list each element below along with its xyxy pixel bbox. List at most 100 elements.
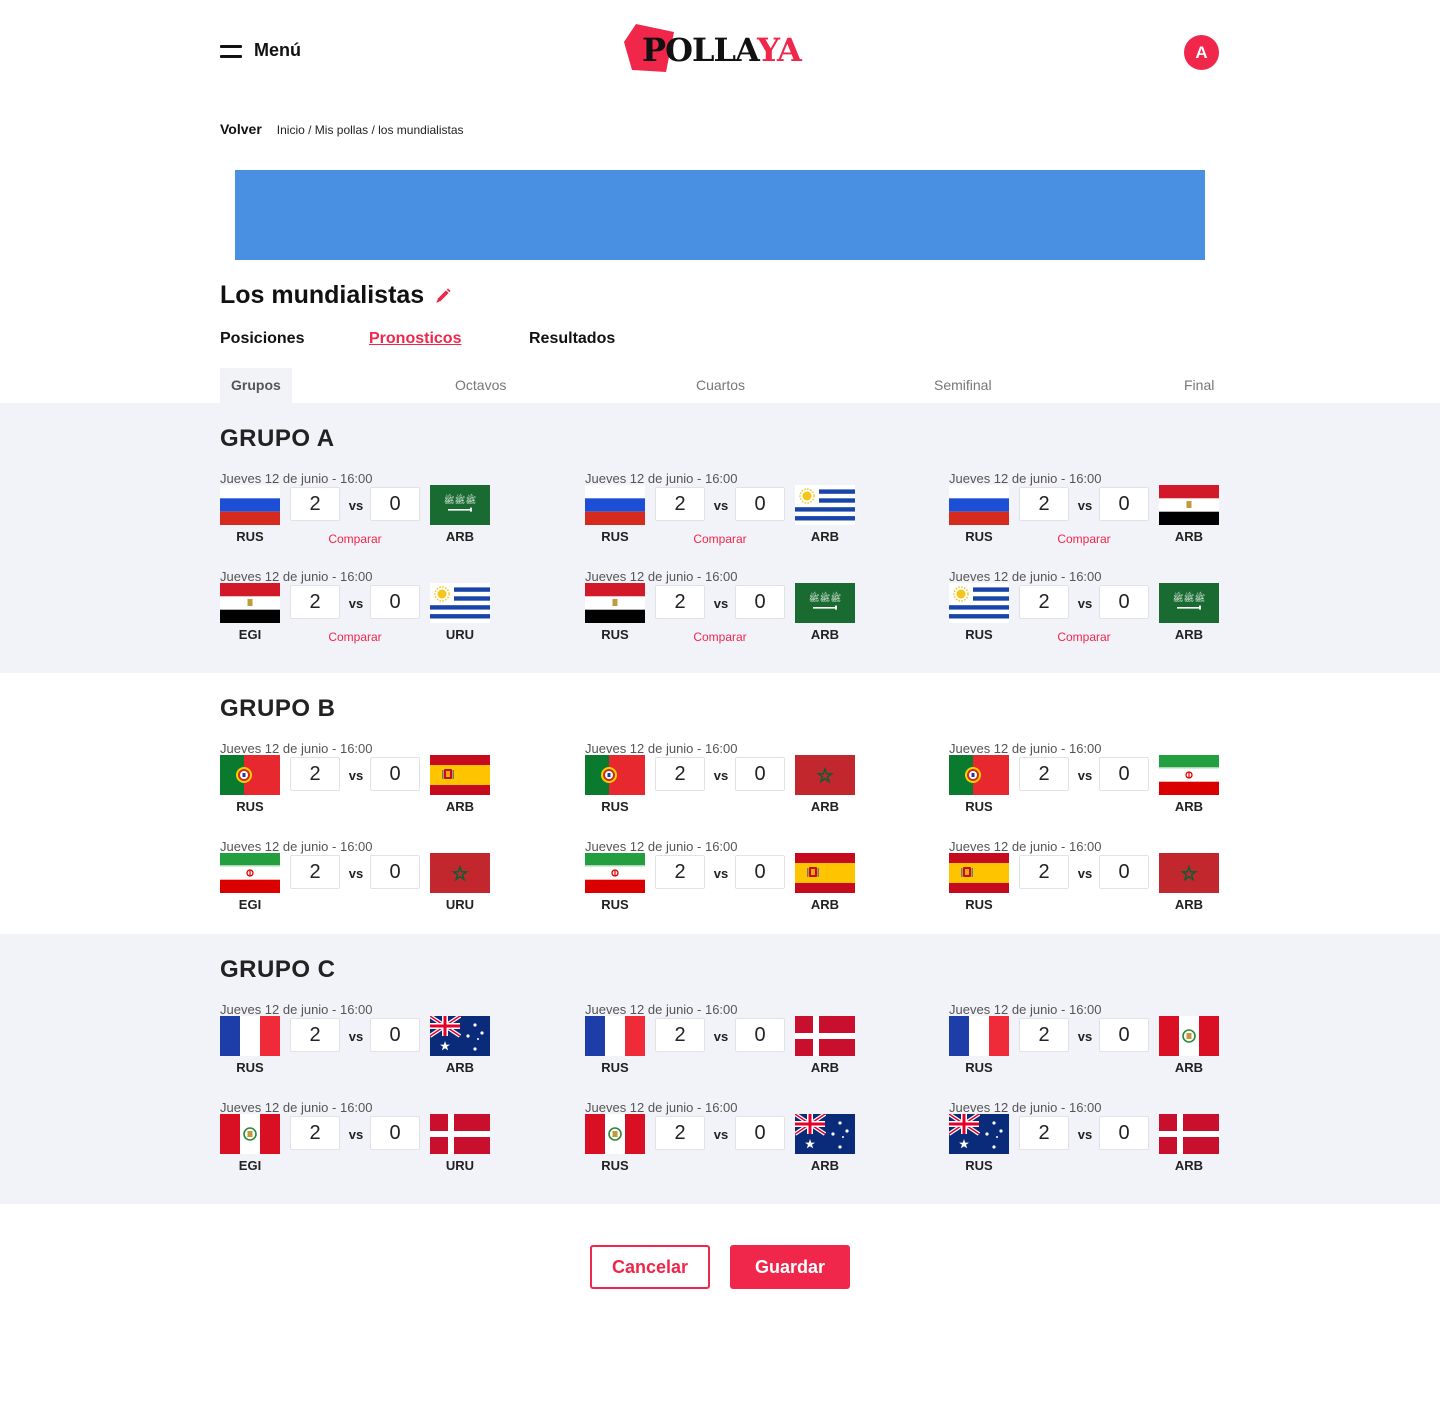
saudi-arabia-flag-icon: ﷺﷺﷺ [1159, 583, 1219, 623]
match-card: Jueves 12 de junio - 16:00 vs ﷺﷺﷺ RUS ARB Com… [585, 569, 857, 649]
denmark-flag-icon [795, 1016, 855, 1056]
stage-tabs: Grupos Octavos Cuartos Semifinal Final [220, 368, 1220, 403]
vs-label: vs [1077, 498, 1093, 513]
home-score-input[interactable] [290, 855, 340, 889]
spain-flag-icon [795, 853, 855, 893]
home-team-code: RUS [965, 897, 993, 912]
home-score-input[interactable] [1019, 855, 1069, 889]
home-score-input[interactable] [655, 487, 705, 521]
home-score-input[interactable] [655, 1116, 705, 1150]
match-date: Jueves 12 de junio - 16:00 [585, 471, 738, 486]
russia-flag-icon [220, 485, 280, 525]
away-score-input[interactable] [1099, 1116, 1149, 1150]
away-team-code: URU [445, 1158, 475, 1173]
away-team-code: ARB [1174, 627, 1204, 642]
compare-link[interactable]: Comparar [655, 532, 785, 546]
home-team-code: RUS [965, 1060, 993, 1075]
compare-link[interactable]: Comparar [290, 630, 420, 644]
home-score-input[interactable] [1019, 1018, 1069, 1052]
home-score-input[interactable] [290, 487, 340, 521]
away-score-input[interactable] [1099, 757, 1149, 791]
stage-tab-octavos[interactable]: Octavos [455, 368, 506, 403]
tab-pronosticos[interactable]: Pronosticos [369, 330, 461, 348]
home-team-code: RUS [236, 529, 264, 544]
portugal-flag-icon [220, 755, 280, 795]
pencil-icon[interactable] [434, 287, 452, 305]
egypt-flag-icon [220, 583, 280, 623]
away-score-input[interactable] [1099, 1018, 1149, 1052]
away-score-input[interactable] [735, 757, 785, 791]
home-score-input[interactable] [655, 1018, 705, 1052]
home-team-code: RUS [601, 1158, 629, 1173]
away-score-input[interactable] [735, 487, 785, 521]
away-score-input[interactable] [735, 855, 785, 889]
tab-resultados[interactable]: Resultados [529, 330, 615, 348]
compare-link[interactable]: Comparar [1019, 630, 1149, 644]
away-score-input[interactable] [1099, 855, 1149, 889]
away-score-input[interactable] [370, 585, 420, 619]
home-score-input[interactable] [290, 585, 340, 619]
home-score-input[interactable] [1019, 585, 1069, 619]
away-team-code: ARB [445, 529, 475, 544]
away-score-input[interactable] [735, 585, 785, 619]
away-score-input[interactable] [370, 1018, 420, 1052]
home-score-input[interactable] [290, 1116, 340, 1150]
saudi-arabia-flag-icon: ﷺﷺﷺ [795, 583, 855, 623]
cancel-button[interactable]: Cancelar [590, 1245, 710, 1289]
russia-flag-icon [949, 485, 1009, 525]
user-avatar[interactable]: A [1184, 35, 1219, 70]
compare-link[interactable]: Comparar [1019, 532, 1149, 546]
portugal-flag-icon [949, 755, 1009, 795]
home-score-input[interactable] [1019, 757, 1069, 791]
save-button[interactable]: Guardar [730, 1245, 850, 1289]
pollaya-logo[interactable]: POLLAYA [622, 22, 802, 76]
home-score-input[interactable] [1019, 487, 1069, 521]
back-link[interactable]: Volver [220, 121, 262, 137]
stage-tab-final[interactable]: Final [1184, 368, 1214, 403]
away-score-input[interactable] [735, 1018, 785, 1052]
france-flag-icon [949, 1016, 1009, 1056]
australia-flag-icon [795, 1114, 855, 1154]
away-score-input[interactable] [1099, 585, 1149, 619]
vs-label: vs [1077, 596, 1093, 611]
peru-flag-icon [1159, 1016, 1219, 1056]
stage-tab-grupos[interactable]: Grupos [220, 368, 292, 403]
iran-flag-icon [585, 853, 645, 893]
vs-label: vs [713, 866, 729, 881]
match-card: Jueves 12 de junio - 16:00 vs RUS ARB [585, 1100, 857, 1180]
match-card: Jueves 12 de junio - 16:00 vs RUS ARB [949, 839, 1221, 919]
vs-label: vs [713, 1127, 729, 1142]
home-score-input[interactable] [655, 585, 705, 619]
match-date: Jueves 12 de junio - 16:00 [949, 1002, 1102, 1017]
iran-flag-icon [220, 853, 280, 893]
match-card: Jueves 12 de junio - 16:00 vs RUS ARB [585, 839, 857, 919]
away-team-code: ARB [1174, 529, 1204, 544]
home-team-code: RUS [965, 1158, 993, 1173]
menu-button[interactable]: Menú [220, 40, 301, 61]
away-score-input[interactable] [1099, 487, 1149, 521]
home-score-input[interactable] [655, 855, 705, 889]
breadcrumb-path[interactable]: Inicio / Mis pollas / los mundialistas [277, 123, 464, 137]
home-team-code: RUS [965, 799, 993, 814]
tab-posiciones[interactable]: Posiciones [220, 330, 304, 348]
vs-label: vs [348, 596, 364, 611]
away-score-input[interactable] [370, 487, 420, 521]
uruguay-flag-icon [795, 485, 855, 525]
away-score-input[interactable] [370, 757, 420, 791]
away-team-code: URU [445, 627, 475, 642]
compare-link[interactable]: Comparar [290, 532, 420, 546]
home-score-input[interactable] [655, 757, 705, 791]
group-c-section: GRUPO C Jueves 12 de junio - 16:00 vs RUS A… [0, 934, 1440, 1204]
home-score-input[interactable] [290, 757, 340, 791]
match-date: Jueves 12 de junio - 16:00 [585, 839, 738, 854]
home-score-input[interactable] [1019, 1116, 1069, 1150]
home-team-code: RUS [236, 799, 264, 814]
compare-link[interactable]: Comparar [655, 630, 785, 644]
away-score-input[interactable] [735, 1116, 785, 1150]
stage-tab-semifinal[interactable]: Semifinal [934, 368, 992, 403]
away-score-input[interactable] [370, 1116, 420, 1150]
stage-tab-cuartos[interactable]: Cuartos [696, 368, 745, 403]
home-score-input[interactable] [290, 1018, 340, 1052]
away-score-input[interactable] [370, 855, 420, 889]
away-team-code: ARB [1174, 1060, 1204, 1075]
